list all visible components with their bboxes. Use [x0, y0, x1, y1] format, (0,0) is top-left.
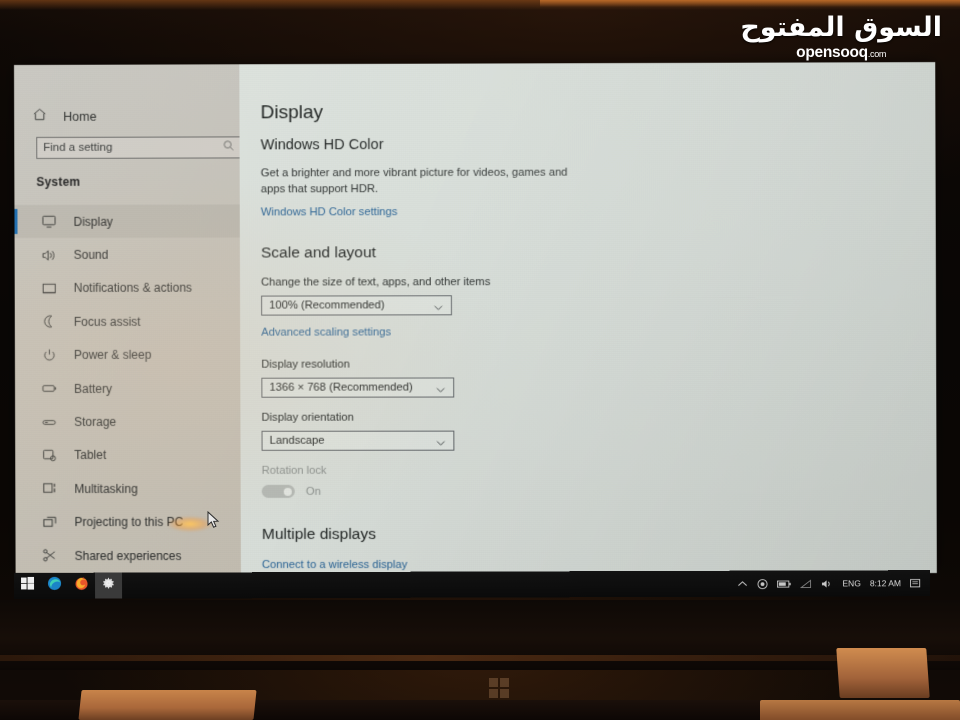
chevron-down-icon — [435, 383, 446, 401]
sidebar-home-label: Home — [63, 109, 97, 124]
stand-right — [836, 648, 930, 698]
watermark-arabic: السوق المفتوح — [740, 12, 942, 43]
sidebar-item-battery[interactable]: Battery — [15, 372, 240, 406]
laptop-screen: Settings Home — [14, 62, 937, 574]
hd-color-description: Get a brighter and more vibrant picture … — [260, 166, 568, 196]
taskbar-buttons — [14, 572, 123, 599]
chevron-down-icon — [433, 301, 444, 319]
sidebar-item-label: Tablet — [74, 448, 107, 463]
scale-dropdown[interactable]: 100% (Recommended) — [261, 295, 452, 319]
system-tray: ENG 8:12 AM — [737, 578, 930, 590]
sidebar-item-home[interactable]: Home — [32, 107, 97, 127]
record-icon[interactable] — [757, 578, 768, 589]
sidebar-item-label: Display — [73, 214, 113, 229]
gear-icon — [102, 577, 115, 595]
orientation-dropdown[interactable]: Landscape — [261, 431, 455, 454]
settings-button[interactable] — [94, 572, 123, 599]
sidebar-item-label: Storage — [74, 414, 117, 429]
rotation-lock-state: On — [305, 485, 321, 498]
hd-color-heading: Windows HD Color — [260, 137, 384, 154]
orientation-label: Display orientation — [261, 412, 354, 425]
multiple-displays-heading: Multiple displays — [261, 526, 377, 544]
mouse-cursor — [207, 510, 220, 534]
sidebar-item-power-sleep[interactable]: Power & sleep — [15, 338, 240, 372]
scale-layout-heading: Scale and layout — [260, 244, 377, 262]
resolution-value: 1366 × 768 (Recommended) — [269, 382, 413, 395]
sidebar-item-label: Multitasking — [74, 481, 138, 496]
volume-icon[interactable] — [821, 578, 833, 589]
sidebar-item-storage[interactable]: Storage — [15, 405, 240, 439]
scale-value: 100% (Recommended) — [269, 299, 385, 313]
stand-left — [78, 690, 257, 720]
moon-icon — [41, 313, 58, 330]
battery-icon — [41, 380, 58, 397]
sidebar-item-multitasking[interactable]: Multitasking — [15, 472, 240, 506]
rotation-lock-label: Rotation lock — [261, 465, 327, 478]
sidebar-item-label: Power & sleep — [73, 348, 152, 363]
home-icon — [32, 107, 47, 127]
firefox-icon — [74, 576, 89, 596]
opensooq-watermark: السوق المفتوح opensooq.com — [740, 14, 942, 64]
speaker-icon — [41, 246, 58, 263]
settings-sidebar: Home Find a setting System Display Sound N… — [14, 64, 242, 574]
windows-icon — [21, 576, 35, 595]
start-button[interactable] — [14, 573, 41, 599]
action-center-icon[interactable] — [910, 578, 922, 589]
watermark-domain: .com — [867, 49, 887, 59]
sidebar-item-shared-experiences[interactable]: Shared experiences — [15, 539, 240, 572]
sidebar-item-label: Sound — [73, 247, 109, 262]
advanced-scaling-link[interactable]: Advanced scaling settings — [261, 326, 926, 339]
search-placeholder: Find a setting — [43, 141, 113, 154]
sidebar-item-label: Shared experiences — [74, 548, 182, 563]
hd-color-settings-link[interactable]: Windows HD Color settings — [261, 205, 926, 219]
taskbar: ENG 8:12 AM — [14, 570, 931, 599]
windows-logo-bezel-icon — [489, 678, 509, 698]
multitasking-icon — [41, 480, 58, 497]
search-input[interactable]: Find a setting — [36, 136, 242, 159]
storage-icon — [41, 413, 58, 430]
sidebar-item-label: Focus assist — [73, 314, 141, 329]
sidebar-item-focus-assist[interactable]: Focus assist — [15, 305, 240, 339]
search-icon — [222, 138, 234, 156]
sidebar-item-notifications-actions[interactable]: Notifications & actions — [15, 271, 240, 305]
laptop-bezel-edge — [0, 655, 960, 661]
project-icon — [41, 514, 58, 531]
orientation-value: Landscape — [269, 435, 325, 448]
tray-clock[interactable]: 8:12 AM — [870, 578, 901, 588]
power-icon — [41, 347, 58, 364]
bezel-top-highlight-warm — [540, 0, 960, 7]
sidebar-item-label: Battery — [74, 381, 113, 396]
tablet-icon — [41, 447, 58, 464]
monitor-icon — [40, 213, 57, 230]
share-icon — [42, 547, 59, 564]
edge-button[interactable] — [41, 573, 68, 599]
chevron-up-icon[interactable] — [737, 580, 748, 588]
scale-label: Change the size of text, apps, and other… — [261, 276, 491, 290]
chevron-down-icon — [435, 436, 446, 454]
tray-language[interactable]: ENG — [842, 578, 860, 588]
battery-icon[interactable] — [777, 579, 792, 588]
watermark-latin-text: opensooq — [796, 44, 868, 61]
page-title: Display — [260, 102, 324, 124]
rotation-lock-toggle[interactable] — [261, 485, 295, 499]
resolution-label: Display resolution — [261, 359, 350, 372]
network-icon[interactable] — [800, 578, 812, 588]
sidebar-item-label: Notifications & actions — [73, 281, 192, 296]
sidebar-group-title: System — [36, 174, 81, 189]
sidebar-item-sound[interactable]: Sound — [15, 238, 240, 272]
rotation-lock-row: On — [261, 485, 927, 499]
notification-icon — [41, 280, 58, 297]
watermark-latin: opensooq.com — [740, 41, 942, 64]
table-edge-right — [760, 700, 960, 720]
edge-icon — [47, 576, 62, 596]
settings-content: Display Windows HD Color Get a brighter … — [239, 62, 937, 574]
sidebar-item-display[interactable]: Display — [14, 204, 240, 239]
sidebar-item-tablet[interactable]: Tablet — [15, 439, 240, 473]
resolution-dropdown[interactable]: 1366 × 768 (Recommended) — [261, 377, 455, 401]
firefox-button[interactable] — [68, 573, 95, 599]
